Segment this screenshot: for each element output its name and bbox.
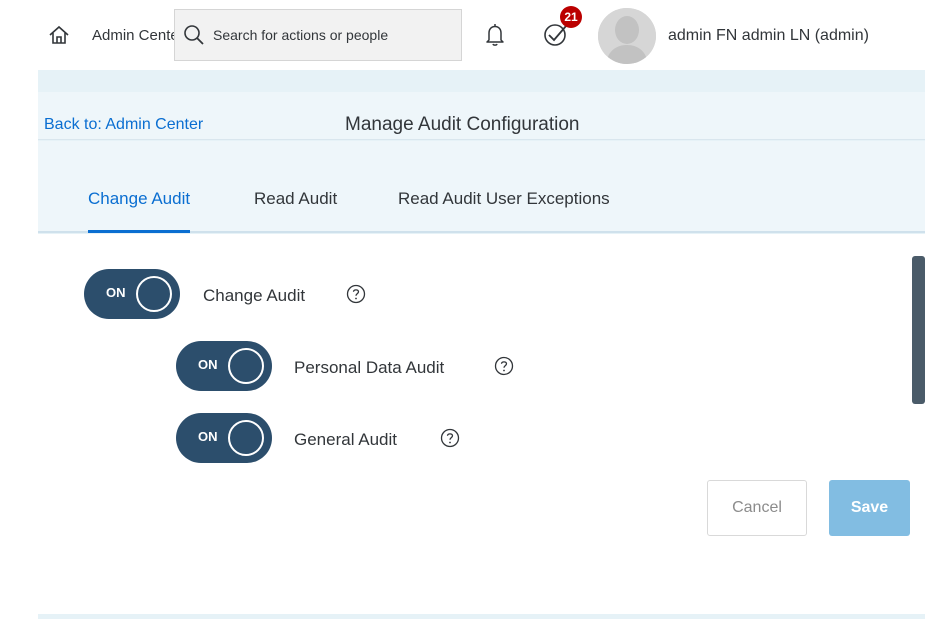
change-audit-toggle[interactable]: ON <box>84 269 180 319</box>
avatar[interactable] <box>598 8 656 64</box>
help-icon[interactable] <box>494 356 514 376</box>
toggle-state-label: ON <box>198 429 218 444</box>
toggle-state-label: ON <box>198 357 218 372</box>
notifications-button[interactable] <box>482 20 508 50</box>
toggle-knob <box>228 348 264 384</box>
left-margin <box>0 70 38 619</box>
change-audit-label: Change Audit <box>203 286 306 305</box>
back-to-admin-center-link[interactable]: Back to: Admin Center <box>44 116 203 134</box>
save-button[interactable]: Save <box>829 480 910 536</box>
page-header: Back to: Admin Center Manage Audit Confi… <box>38 92 925 140</box>
personal-data-audit-toggle[interactable]: ON <box>176 341 272 391</box>
help-icon[interactable] <box>346 284 366 304</box>
app-title[interactable]: Admin Center <box>92 24 174 48</box>
page-title: Manage Audit Configuration <box>345 114 580 135</box>
tab-read-audit[interactable]: Read Audit <box>254 189 337 233</box>
toggle-knob <box>228 420 264 456</box>
tab-change-audit[interactable]: Change Audit <box>88 189 191 233</box>
todo-count-badge: 21 <box>560 6 582 28</box>
help-icon[interactable] <box>440 428 460 448</box>
bell-icon <box>486 24 504 46</box>
tab-bar: Change Audit Read Audit Read Audit User … <box>38 141 925 233</box>
shell-bar: Admin Center 21 admin FN admin L <box>0 0 925 70</box>
home-button[interactable] <box>44 20 74 50</box>
tab-read-audit-user-exceptions[interactable]: Read Audit User Exceptions <box>398 189 610 233</box>
avatar-silhouette <box>598 8 656 64</box>
search-box[interactable] <box>174 9 462 61</box>
toggle-state-label: ON <box>106 285 126 300</box>
scrollbar-thumb[interactable] <box>912 256 925 404</box>
user-name[interactable]: admin FN admin LN (admin) <box>668 24 869 48</box>
search-icon <box>181 22 207 48</box>
todo-button[interactable]: 21 <box>540 6 582 52</box>
general-audit-toggle[interactable]: ON <box>176 413 272 463</box>
search-input[interactable] <box>213 27 453 43</box>
personal-data-audit-label: Personal Data Audit <box>294 358 445 377</box>
cancel-button[interactable]: Cancel <box>707 480 807 536</box>
home-icon <box>49 25 69 44</box>
general-audit-label: General Audit <box>294 430 398 449</box>
toggle-knob <box>136 276 172 312</box>
